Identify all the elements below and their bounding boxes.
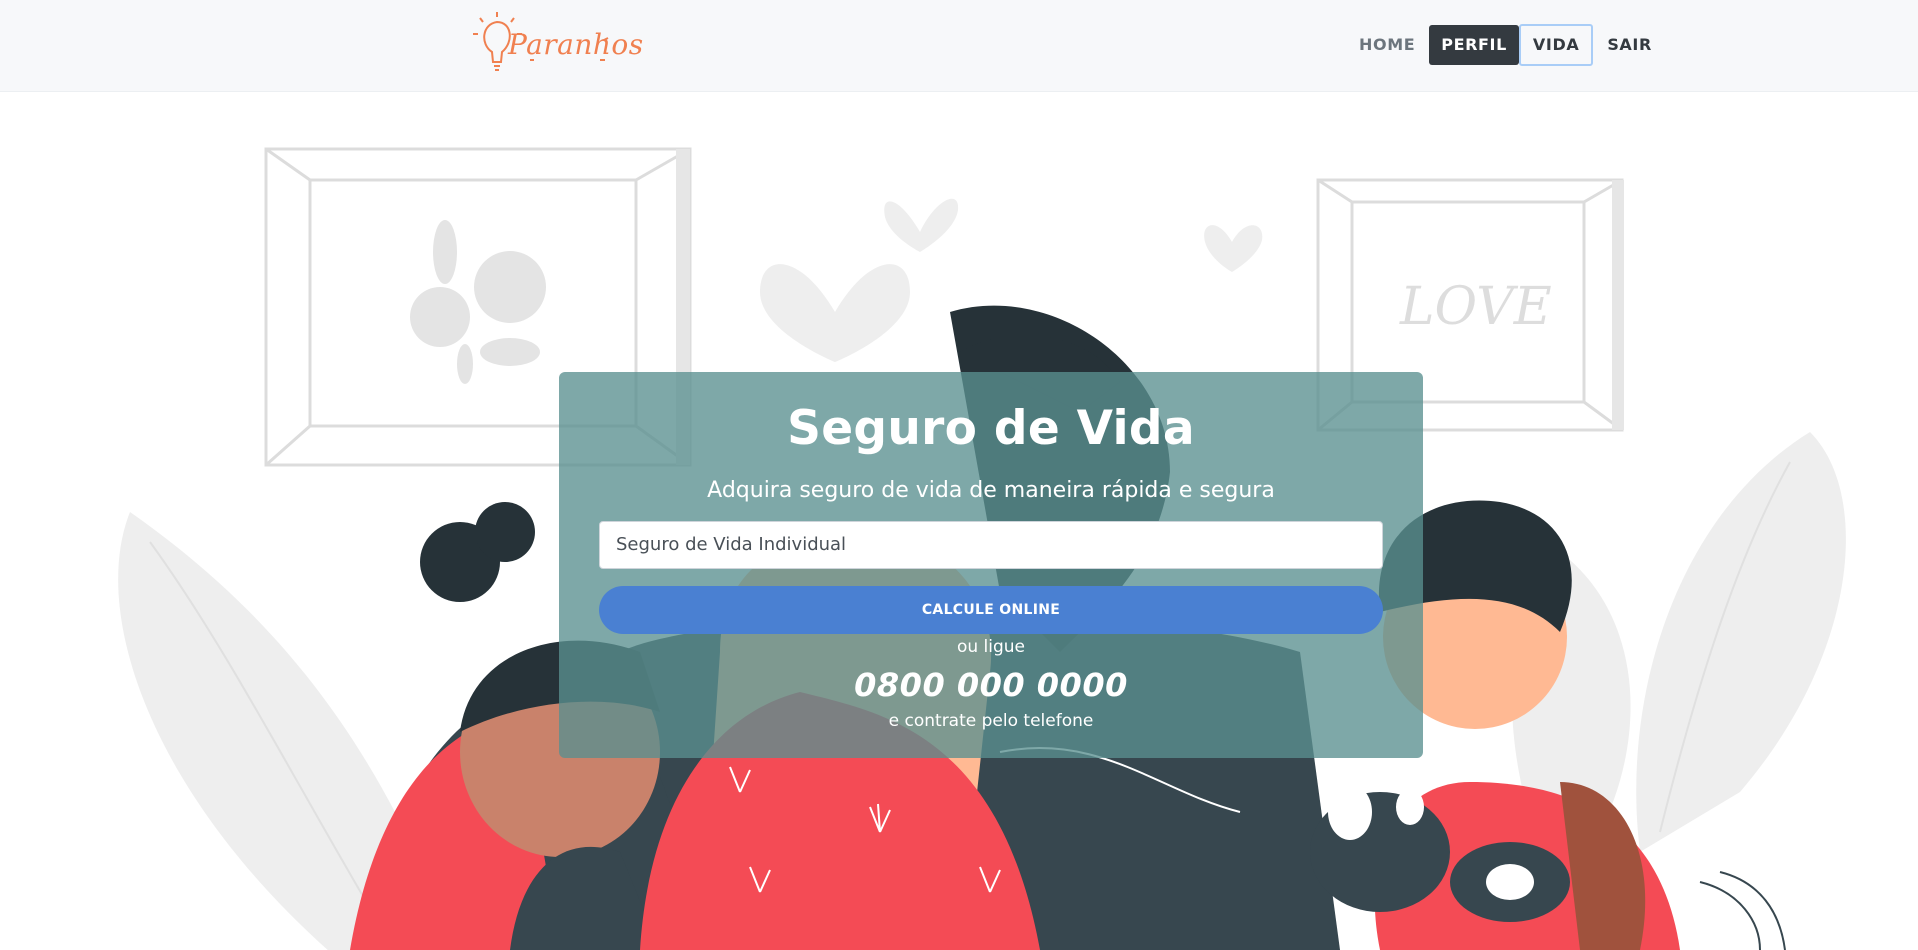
page-title: Seguro de Vida: [787, 401, 1195, 456]
brand-logo[interactable]: Paranhos: [470, 10, 643, 78]
frame-love-text: LOVE: [1399, 277, 1552, 337]
nav-sair[interactable]: SAIR: [1595, 25, 1664, 65]
top-navbar: Paranhos HOME PERFIL VIDA SAIR: [0, 0, 1918, 92]
page-subtitle: Adquira seguro de vida de maneira rápida…: [707, 478, 1275, 503]
logo-text: Paranhos: [508, 28, 644, 61]
phone-number: 0800 000 0000: [854, 666, 1128, 704]
main-nav: HOME PERFIL VIDA SAIR: [1347, 24, 1664, 66]
nav-perfil[interactable]: PERFIL: [1429, 25, 1519, 65]
insurance-type-select[interactable]: Seguro de Vida Individual: [599, 521, 1383, 569]
calculate-online-button[interactable]: CALCULE ONLINE: [599, 586, 1383, 634]
hero-section: LOVE Seguro de Vida Adquira seguro de vi…: [0, 92, 1918, 950]
contract-by-phone-text: e contrate pelo telefone: [888, 711, 1094, 731]
quote-card: Seguro de Vida Adquira seguro de vida de…: [559, 372, 1423, 758]
nav-vida[interactable]: VIDA: [1518, 24, 1594, 66]
or-call-text: ou ligue: [956, 637, 1026, 657]
nav-home[interactable]: HOME: [1347, 25, 1427, 65]
